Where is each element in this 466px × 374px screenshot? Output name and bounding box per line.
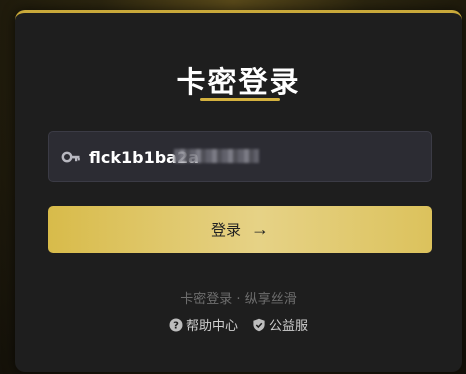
login-button[interactable]: 登录 → xyxy=(48,206,432,253)
redacted-blur xyxy=(174,149,259,163)
shield-icon xyxy=(253,318,265,331)
footer-links: ? 帮助中心 公益服 xyxy=(15,315,462,334)
help-center-label: 帮助中心 xyxy=(185,319,238,334)
login-button-label: 登录 xyxy=(210,222,241,239)
help-center-link[interactable]: ? 帮助中心 xyxy=(169,315,238,334)
card-key-field[interactable] xyxy=(48,131,432,182)
public-server-label: 公益服 xyxy=(269,319,309,334)
question-circle-icon: ? xyxy=(169,318,183,331)
slogan: 卡密登录 · 纵享丝滑 xyxy=(180,292,297,307)
arrow-right-icon: → xyxy=(251,219,269,239)
public-server-link[interactable]: 公益服 xyxy=(252,315,308,334)
svg-text:?: ? xyxy=(173,320,179,331)
page-title: 卡密登录 xyxy=(176,65,301,99)
login-card: 卡密登录 登录 → 卡密登录 · 纵享丝滑 ? 帮助中心 xyxy=(15,10,462,372)
title-underline xyxy=(200,98,280,101)
key-icon xyxy=(61,147,81,167)
